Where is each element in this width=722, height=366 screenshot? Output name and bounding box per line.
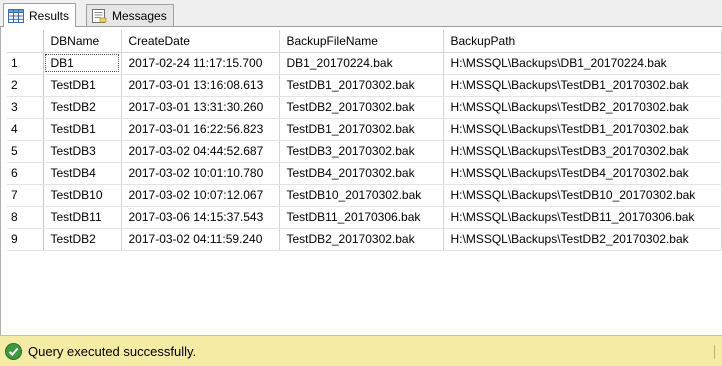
cell-backupfilename[interactable]: TestDB1_20170302.bak [279,74,444,97]
column-header-createdate[interactable]: CreateDate [121,30,280,53]
cell-backuppath[interactable]: H:\MSSQL\Backups\TestDB2_20170302.bak [443,228,722,251]
cell-backuppath[interactable]: H:\MSSQL\Backups\TestDB3_20170302.bak [443,140,722,163]
table-row[interactable]: 9 TestDB2 2017-03-02 04:11:59.240 TestDB… [7,228,722,251]
check-circle-icon [5,342,22,360]
tab-messages[interactable]: Messages [86,4,174,26]
table-row[interactable]: 7 TestDB10 2017-03-02 10:07:12.067 TestD… [7,184,722,207]
row-number[interactable]: 8 [7,206,44,229]
results-grid-area[interactable]: DBName CreateDate BackupFileName BackupP… [0,27,722,335]
cell-dbname[interactable]: TestDB2 [43,228,122,251]
table-row[interactable]: 5 TestDB3 2017-03-02 04:44:52.687 TestDB… [7,140,722,163]
table-row[interactable]: 3 TestDB2 2017-03-01 13:31:30.260 TestDB… [7,96,722,119]
results-grid[interactable]: DBName CreateDate BackupFileName BackupP… [7,30,722,251]
cell-backuppath[interactable]: H:\MSSQL\Backups\TestDB2_20170302.bak [443,96,722,119]
messages-icon [91,8,107,24]
row-number[interactable]: 5 [7,140,44,163]
row-number[interactable]: 1 [7,52,44,75]
cell-backupfilename[interactable]: TestDB3_20170302.bak [279,140,444,163]
cell-backuppath[interactable]: H:\MSSQL\Backups\TestDB4_20170302.bak [443,162,722,185]
cell-createdate[interactable]: 2017-03-02 10:01:10.780 [121,162,280,185]
cell-dbname[interactable]: TestDB11 [43,206,122,229]
cell-backupfilename[interactable]: TestDB4_20170302.bak [279,162,444,185]
cell-createdate[interactable]: 2017-03-01 13:31:30.260 [121,96,280,119]
tab-results[interactable]: Results [3,3,77,27]
cell-createdate[interactable]: 2017-03-02 04:44:52.687 [121,140,280,163]
cell-backuppath[interactable]: H:\MSSQL\Backups\TestDB1_20170302.bak [443,74,722,97]
status-message: Query executed successfully. [28,343,197,359]
status-bar: Query executed successfully. [0,335,722,366]
cell-dbname[interactable]: DB1 [43,52,122,75]
cell-backupfilename[interactable]: DB1_20170224.bak [279,52,444,75]
cell-backuppath[interactable]: H:\MSSQL\Backups\TestDB1_20170302.bak [443,118,722,141]
cell-backupfilename[interactable]: TestDB2_20170302.bak [279,228,444,251]
cell-dbname[interactable]: TestDB10 [43,184,122,207]
cell-createdate[interactable]: 2017-03-02 04:11:59.240 [121,228,280,251]
row-number[interactable]: 9 [7,228,44,251]
row-number[interactable]: 7 [7,184,44,207]
table-row[interactable]: 6 TestDB4 2017-03-02 10:01:10.780 TestDB… [7,162,722,185]
grid-icon [8,8,24,23]
cell-createdate[interactable]: 2017-03-01 13:16:08.613 [121,74,280,97]
cell-backupfilename[interactable]: TestDB2_20170302.bak [279,96,444,119]
row-number[interactable]: 6 [7,162,44,185]
cell-backupfilename[interactable]: TestDB10_20170302.bak [279,184,444,207]
row-number[interactable]: 4 [7,118,44,141]
table-row[interactable]: 8 TestDB11 2017-03-06 14:15:37.543 TestD… [7,206,722,229]
status-grip [714,345,718,359]
cell-dbname[interactable]: TestDB1 [43,118,122,141]
results-tabstrip: Results Messages [0,0,722,27]
cell-backuppath[interactable]: H:\MSSQL\Backups\TestDB11_20170306.bak [443,206,722,229]
table-row[interactable]: 2 TestDB1 2017-03-01 13:16:08.613 TestDB… [7,74,722,97]
cell-createdate[interactable]: 2017-03-02 10:07:12.067 [121,184,280,207]
cell-dbname[interactable]: TestDB4 [43,162,122,185]
grid-header-row: DBName CreateDate BackupFileName BackupP… [7,30,722,53]
cell-backupfilename[interactable]: TestDB1_20170302.bak [279,118,444,141]
row-number[interactable]: 2 [7,74,44,97]
table-row[interactable]: 4 TestDB1 2017-03-01 16:22:56.823 TestDB… [7,118,722,141]
cell-backuppath[interactable]: H:\MSSQL\Backups\TestDB10_20170302.bak [443,184,722,207]
column-header-backupfilename[interactable]: BackupFileName [279,30,444,53]
tab-results-label: Results [29,8,70,23]
cell-backupfilename[interactable]: TestDB11_20170306.bak [279,206,444,229]
cell-dbname[interactable]: TestDB3 [43,140,122,163]
table-row[interactable]: 1 DB1 2017-02-24 11:17:15.700 DB1_201702… [7,52,722,75]
cell-dbname[interactable]: TestDB2 [43,96,122,119]
column-header-backuppath[interactable]: BackupPath [443,30,722,53]
column-header-dbname[interactable]: DBName [43,30,122,53]
cell-dbname[interactable]: TestDB1 [43,74,122,97]
row-number[interactable]: 3 [7,96,44,119]
cell-backuppath[interactable]: H:\MSSQL\Backups\DB1_20170224.bak [443,52,722,75]
cell-createdate[interactable]: 2017-03-01 16:22:56.823 [121,118,280,141]
grid-corner-cell[interactable] [7,30,44,53]
cell-createdate[interactable]: 2017-03-06 14:15:37.543 [121,206,280,229]
tab-messages-label: Messages [112,8,167,23]
cell-createdate[interactable]: 2017-02-24 11:17:15.700 [121,52,280,75]
